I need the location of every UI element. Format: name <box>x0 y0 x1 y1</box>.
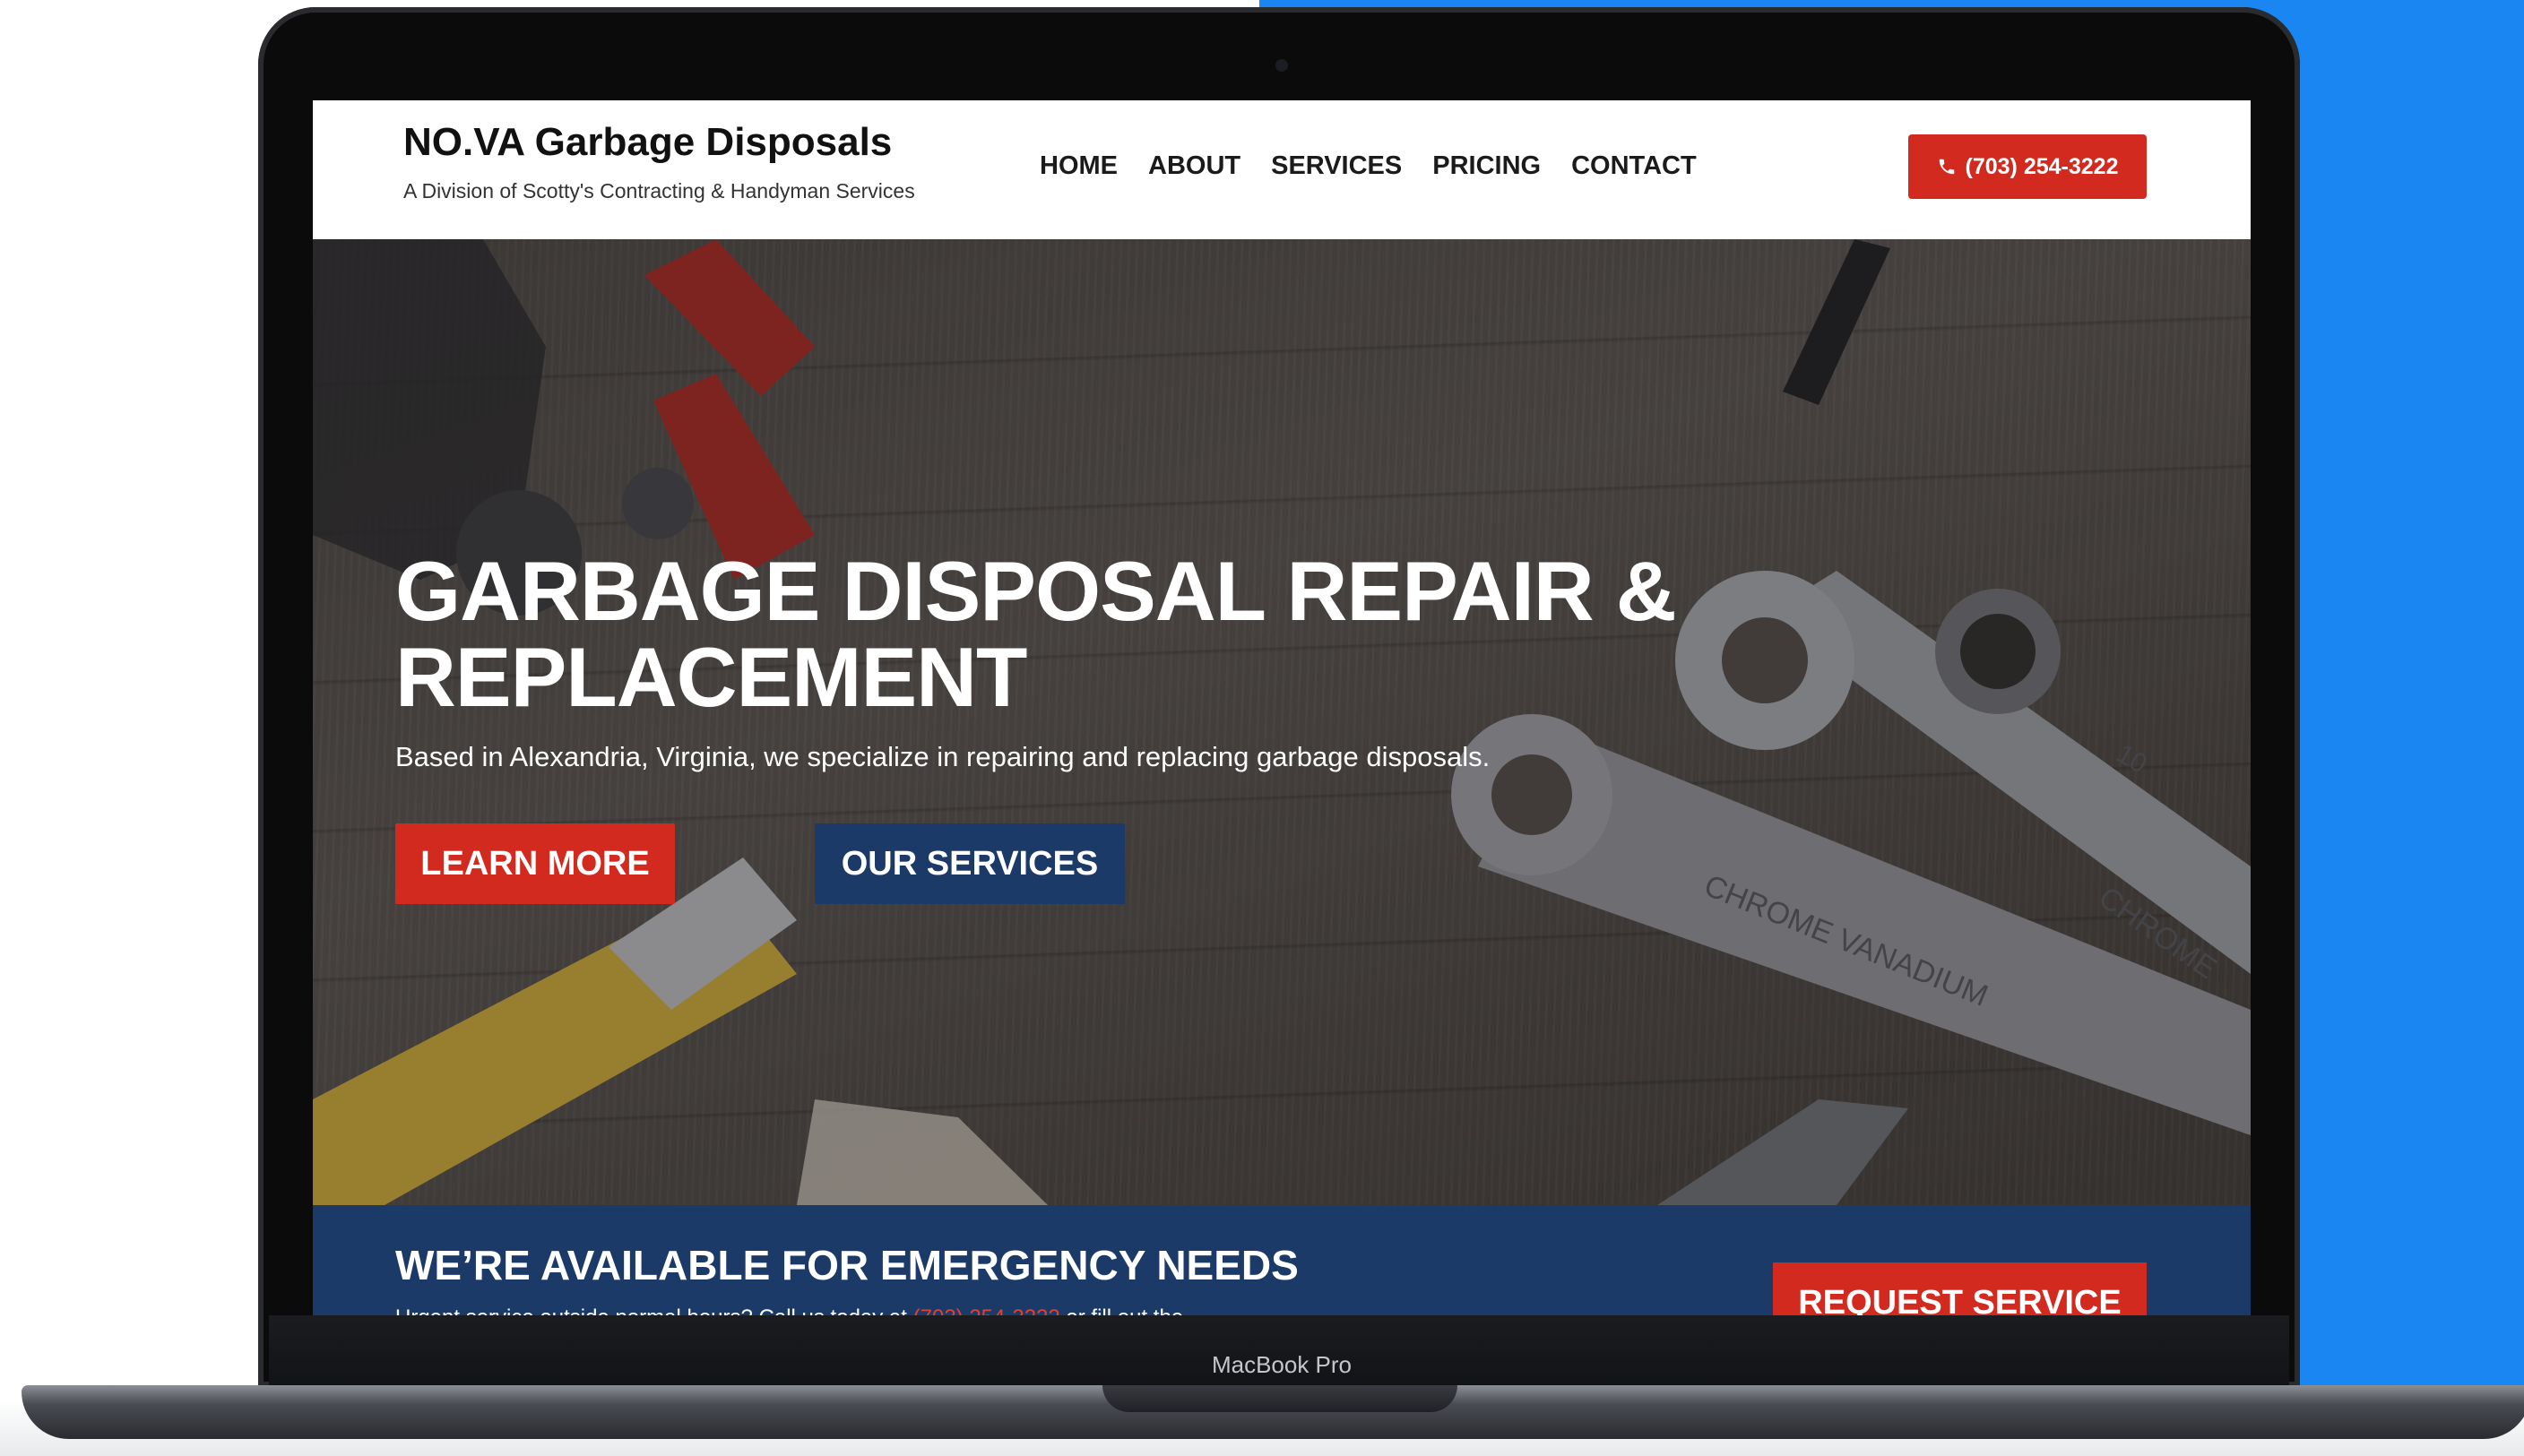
hero-title: GARBAGE DISPOSAL REPAIR & REPLACEMENT <box>395 548 1740 720</box>
nav-pricing[interactable]: PRICING <box>1432 151 1541 181</box>
nav-home[interactable]: HOME <box>1040 151 1118 181</box>
site-tagline: A Division of Scotty's Contracting & Han… <box>403 179 915 202</box>
learn-more-button[interactable]: LEARN MORE <box>395 823 675 904</box>
nav-about[interactable]: ABOUT <box>1148 151 1240 181</box>
laptop-screen: NO.VA Garbage Disposals A Division of Sc… <box>313 100 2251 1315</box>
laptop-notch <box>1102 1385 1457 1412</box>
nav-contact[interactable]: CONTACT <box>1571 151 1697 181</box>
camera-icon <box>1275 59 1288 72</box>
hero-title-line1: GARBAGE DISPOSAL REPAIR & <box>395 544 1677 638</box>
our-services-button[interactable]: OUR SERVICES <box>815 823 1125 904</box>
main-nav: HOME ABOUT SERVICES PRICING CONTACT <box>1040 151 1727 181</box>
emergency-title: WE’RE AVAILABLE FOR EMERGENCY NEEDS <box>395 1242 1299 1288</box>
hero-subtitle: Based in Alexandria, Virginia, we specia… <box>395 741 1491 772</box>
emergency-text-start: Urgent service outside normal hours? Cal… <box>395 1305 907 1315</box>
call-phone-button[interactable]: (703) 254-3222 <box>1908 134 2147 199</box>
phone-icon <box>1939 159 1954 175</box>
request-service-button[interactable]: REQUEST SERVICE <box>1773 1262 2147 1315</box>
emergency-text: Urgent service outside normal hours? Cal… <box>395 1305 1183 1315</box>
emergency-phone-link[interactable]: (703) 254-3222 <box>913 1305 1060 1315</box>
device-label: MacBook Pro <box>1211 1351 1353 1378</box>
nav-services[interactable]: SERVICES <box>1271 151 1402 181</box>
emergency-banner: WE’RE AVAILABLE FOR EMERGENCY NEEDS Urge… <box>313 1205 2251 1315</box>
site-header: NO.VA Garbage Disposals A Division of Sc… <box>313 100 2251 239</box>
emergency-text-end: or fill out the <box>1066 1305 1183 1315</box>
site-title[interactable]: NO.VA Garbage Disposals <box>403 120 892 165</box>
hero-title-line2: REPLACEMENT <box>395 630 1027 724</box>
hero-section: CHROME VANADIUM CHROME 10 GARBAGE DISPOS… <box>313 239 2251 1205</box>
call-phone-label: (703) 254-3222 <box>1965 153 2119 179</box>
